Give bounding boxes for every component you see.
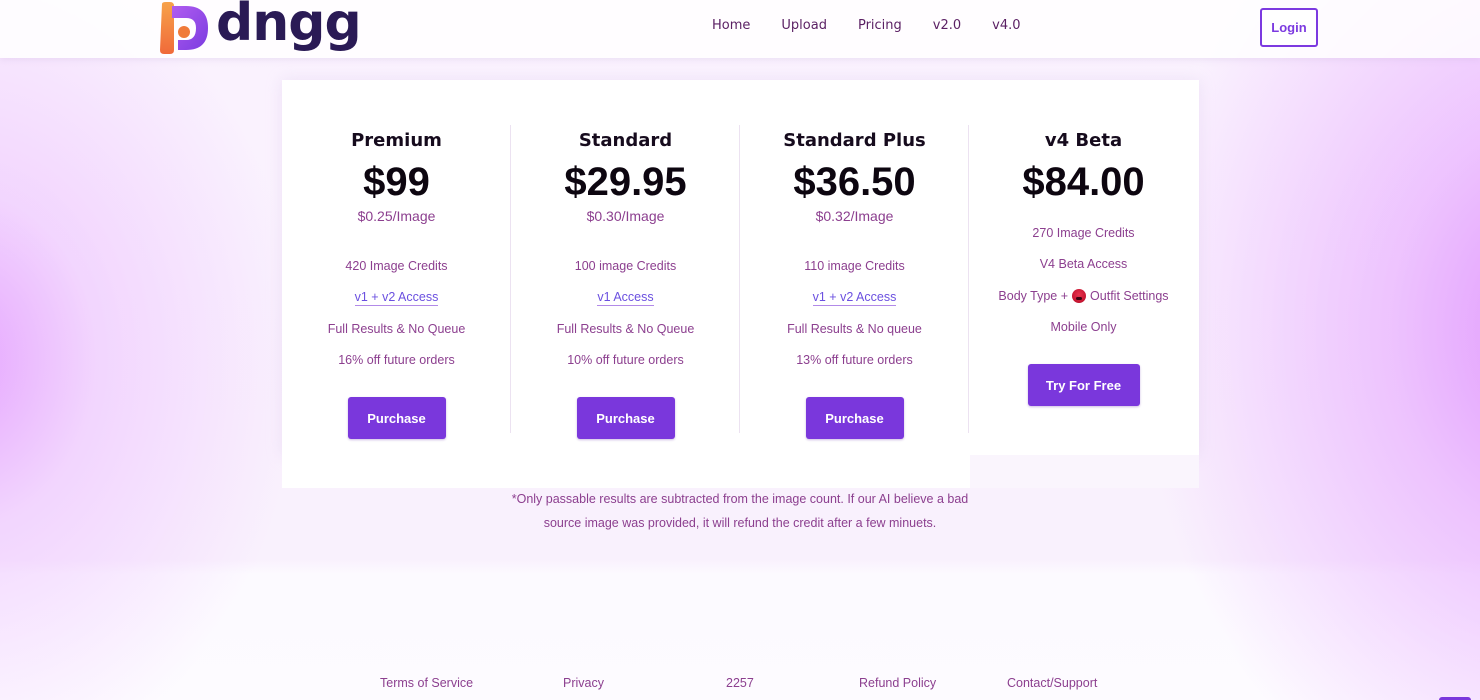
feature-credits: 270 Image Credits [969, 218, 1198, 249]
feature-text: 110 image Credits [804, 259, 905, 274]
feature-text: 10% off future orders [567, 353, 684, 368]
nav-pricing[interactable]: Pricing [858, 18, 902, 33]
feature-discount: 16% off future orders [282, 345, 511, 376]
plan-features: 100 image Credits v1 Access Full Results… [511, 251, 740, 376]
feature-mobile: Mobile Only [969, 312, 1198, 343]
feature-access: v1 Access [511, 282, 740, 313]
purchase-button-standard[interactable]: Purchase [576, 397, 675, 439]
feature-text: 100 image Credits [574, 259, 677, 274]
feature-settings: Body Type + Outfit Settings [969, 281, 1198, 312]
main-nav: Home Upload Pricing v2.0 v4.0 [712, 18, 1052, 33]
footer-refund-link[interactable]: Refund Policy [859, 676, 936, 690]
feature-text: 13% off future orders [796, 353, 913, 368]
plan-price: $84.00 [1022, 160, 1145, 204]
feature-text: 16% off future orders [338, 353, 455, 368]
feature-credits: 100 image Credits [511, 251, 740, 282]
note-line-2: source image was provided, it will refun… [543, 516, 937, 530]
plan-features: 270 Image Credits V4 Beta Access Body Ty… [969, 218, 1198, 343]
dngg-logo-mark-icon [160, 2, 208, 54]
feature-text: 420 Image Credits [345, 259, 448, 274]
note-line-1: *Only passable results are subtracted fr… [511, 492, 969, 506]
nav-home[interactable]: Home [712, 18, 750, 33]
purchase-button-standard-plus[interactable]: Purchase [805, 397, 904, 439]
plan-name: Standard Plus [783, 130, 926, 151]
plan-per-image: $0.32/Image [815, 208, 894, 224]
access-link[interactable]: v1 + v2 Access [812, 290, 897, 306]
feature-access: V4 Beta Access [969, 249, 1198, 280]
footer-contact-link[interactable]: Contact/Support [1007, 676, 1097, 690]
nav-v4[interactable]: v4.0 [992, 18, 1020, 33]
feature-text: V4 Beta Access [1039, 257, 1128, 272]
plan-name: v4 Beta [1044, 130, 1123, 151]
site-header: dngg Home Upload Pricing v2.0 v4.0 Login [0, 0, 1480, 58]
nav-v2[interactable]: v2.0 [933, 18, 961, 33]
face-emoji-icon [1072, 289, 1087, 304]
try-for-free-button[interactable]: Try For Free [1027, 364, 1140, 406]
plan-per-image: $0.25/Image [357, 208, 436, 224]
plan-name: Standard [578, 130, 673, 151]
feature-text: Outfit Settings [1090, 288, 1169, 303]
feature-results: Full Results & No queue [740, 314, 969, 345]
feature-access: v1 + v2 Access [282, 282, 511, 313]
feature-text: 270 Image Credits [1032, 226, 1135, 241]
feature-text: Full Results & No queue [787, 321, 922, 336]
feature-text: Full Results & No Queue [556, 321, 695, 336]
plan-price: $36.50 [793, 160, 916, 204]
feature-results: Full Results & No Queue [282, 314, 511, 345]
plan-features: 420 Image Credits v1 + v2 Access Full Re… [282, 251, 511, 376]
nav-upload[interactable]: Upload [781, 18, 827, 33]
plan-per-image: $0.30/Image [586, 208, 665, 224]
feature-credits: 420 Image Credits [282, 251, 511, 282]
feature-credits: 110 image Credits [740, 251, 969, 282]
brand-name: dngg [216, 0, 362, 53]
plan-name: Premium [351, 130, 442, 151]
pricing-plans: Premium $99 $0.25/Image 420 Image Credit… [282, 80, 1199, 488]
footer-2257-link[interactable]: 2257 [726, 676, 754, 690]
brand-logo[interactable]: dngg [156, 0, 362, 56]
purchase-button-premium[interactable]: Purchase [347, 397, 446, 439]
access-link[interactable]: v1 + v2 Access [354, 290, 439, 306]
login-button[interactable]: Login [1260, 8, 1318, 47]
feature-access: v1 + v2 Access [740, 282, 969, 313]
feature-text: Body Type + [998, 288, 1069, 303]
feature-results: Full Results & No Queue [511, 314, 740, 345]
footer-privacy-link[interactable]: Privacy [563, 676, 604, 690]
credit-note: *Only passable results are subtracted fr… [480, 487, 1000, 535]
feature-text: Mobile Only [1050, 320, 1117, 335]
feature-discount: 13% off future orders [740, 345, 969, 376]
feature-text: Full Results & No Queue [327, 321, 466, 336]
access-link[interactable]: v1 Access [597, 290, 654, 306]
feature-discount: 10% off future orders [511, 345, 740, 376]
plan-features: 110 image Credits v1 + v2 Access Full Re… [740, 251, 969, 376]
plan-price: $29.95 [564, 160, 687, 204]
plan-price: $99 [363, 160, 430, 204]
footer-terms-link[interactable]: Terms of Service [380, 676, 473, 690]
